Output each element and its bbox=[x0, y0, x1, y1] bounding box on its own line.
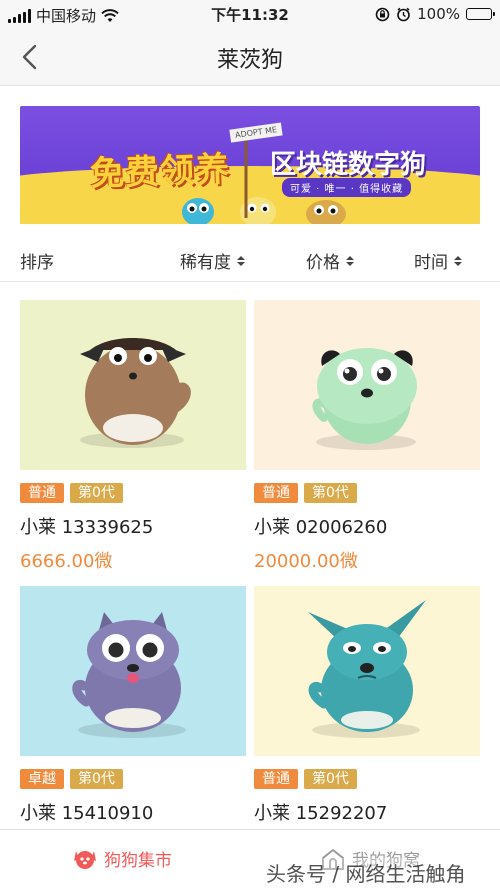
generation-badge: 第0代 bbox=[70, 483, 123, 503]
rotation-lock-icon bbox=[375, 7, 390, 21]
sort-arrows-icon bbox=[237, 255, 245, 266]
battery-icon bbox=[466, 8, 495, 20]
rarity-badge: 卓越 bbox=[20, 769, 64, 789]
dog-name: 小莱 02006260 bbox=[254, 517, 388, 538]
dog-image bbox=[254, 586, 480, 756]
sort-arrows-icon bbox=[346, 255, 354, 266]
sort-label: 排序 bbox=[20, 253, 54, 273]
watermark: 头条号 / 网络生活触角 bbox=[266, 858, 466, 887]
dog-face-icon bbox=[74, 850, 96, 869]
dog-price: 20000.00微 bbox=[254, 551, 358, 572]
dog-card[interactable]: 卓越 第0代 小莱 15410910 bbox=[20, 586, 246, 825]
banner-title-left: 免费领养 bbox=[89, 149, 231, 195]
sort-arrows-icon bbox=[454, 255, 462, 266]
dog-name: 小莱 13339625 bbox=[20, 517, 154, 538]
sort-option-label: 稀有度 bbox=[180, 253, 231, 273]
sort-option-label: 价格 bbox=[306, 253, 340, 273]
tab-dog-market[interactable]: 狗狗集市 bbox=[72, 846, 172, 871]
promo-banner[interactable]: ADOPT ME 免费领养 区块链数字狗 可爱 · 唯一 · 值得收藏 bbox=[20, 106, 480, 224]
dog-name: 小莱 15292207 bbox=[254, 803, 388, 824]
tab-label: 狗狗集市 bbox=[104, 851, 172, 871]
dog-card[interactable]: 普通 第0代 小莱 13339625 6666.00微 bbox=[20, 300, 246, 573]
dog-card[interactable]: 普通 第0代 小莱 15292207 bbox=[254, 586, 480, 825]
banner-title-right: 区块链数字狗 bbox=[270, 150, 427, 180]
dog-name: 小莱 15410910 bbox=[20, 803, 154, 824]
sort-time-button[interactable]: 时间 bbox=[414, 248, 462, 273]
rarity-badge: 普通 bbox=[20, 483, 64, 503]
page-title: 莱茨狗 bbox=[216, 48, 283, 73]
generation-badge: 第0代 bbox=[304, 769, 357, 789]
alarm-icon bbox=[397, 7, 410, 21]
rarity-badge: 普通 bbox=[254, 483, 298, 503]
dog-image bbox=[254, 300, 480, 470]
sort-option-label: 时间 bbox=[414, 253, 448, 273]
sort-price-button[interactable]: 价格 bbox=[306, 248, 354, 273]
dog-price: 6666.00微 bbox=[20, 551, 113, 572]
dog-card[interactable]: 普通 第0代 小莱 02006260 20000.00微 bbox=[254, 300, 480, 573]
rarity-badge: 普通 bbox=[254, 769, 298, 789]
sort-bar: 排序 稀有度 价格 时间 bbox=[0, 236, 500, 282]
dog-image bbox=[20, 300, 246, 470]
dog-image bbox=[20, 586, 246, 756]
generation-badge: 第0代 bbox=[70, 769, 123, 789]
battery-percent: 100% bbox=[417, 5, 460, 23]
sort-rarity-button[interactable]: 稀有度 bbox=[180, 248, 245, 273]
status-bar: 中国移动 下午11:32 100% bbox=[0, 0, 500, 28]
banner-subtitle: 可爱 · 唯一 · 值得收藏 bbox=[282, 178, 412, 197]
generation-badge: 第0代 bbox=[304, 483, 357, 503]
status-right: 100% bbox=[375, 5, 495, 23]
nav-bar: 莱茨狗 bbox=[0, 28, 500, 86]
